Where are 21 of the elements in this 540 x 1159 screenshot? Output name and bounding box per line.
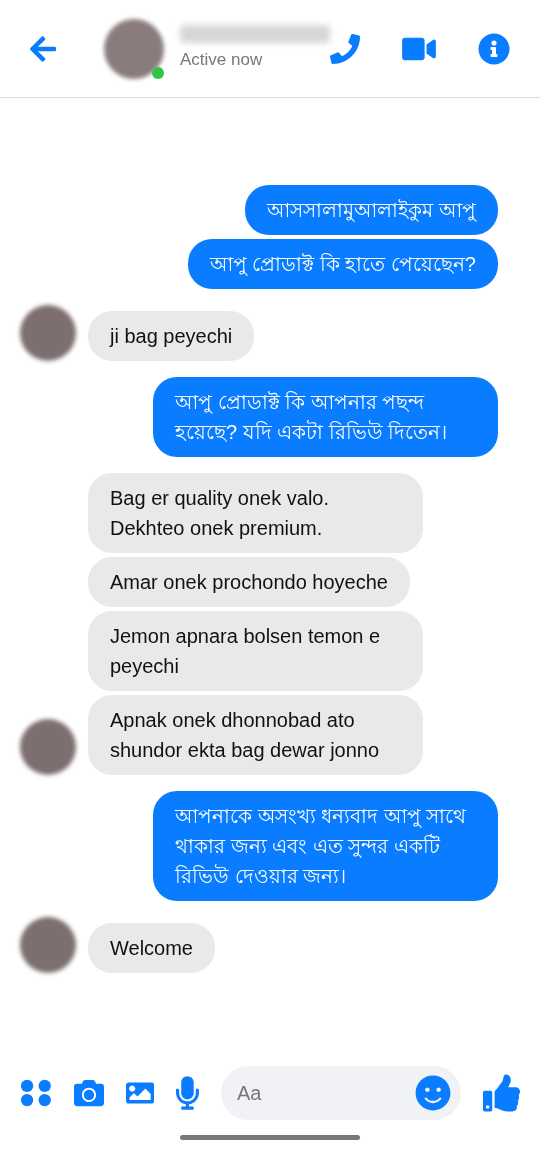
received-message: Welcome — [88, 923, 215, 973]
received-message: Apnak onek dhonnobad ato shundor ekta bag dewar jonno — [88, 695, 423, 775]
status-text: Active now — [180, 48, 264, 71]
avatar — [104, 18, 164, 79]
sent-message: আপনাকে অসংখ্য ধন্যবাদ আপু সাথে থাকার জন্য এবং এত সুন্দর একটি রিভিউ দেওয়ার জন্য। — [153, 791, 498, 901]
received-message: Jemon apnara bolsen temon e peyechi — [88, 611, 423, 691]
sent-message: আপু প্রোডাক্ট কি হাতে পেয়েছেন? — [187, 239, 498, 289]
thumbs-up-icon[interactable] — [482, 1072, 520, 1114]
received-message: ji bag peyechi — [88, 311, 255, 361]
camera-icon[interactable] — [73, 1078, 104, 1108]
message-input[interactable]: Aa — [220, 1066, 461, 1120]
emoji-icon[interactable] — [414, 1075, 451, 1111]
received-message: Bag er quality onek valo. Dekhteo onek premium. — [88, 473, 423, 553]
sent-message: আসসালামুআলাইকুম আপু — [245, 185, 498, 235]
received-message: Amar onek prochondo hoyeche — [88, 557, 410, 607]
apps-icon[interactable] — [20, 1077, 52, 1109]
sent-message: আপু প্রোডাক্ট কি আপনার পছন্দ হয়েছে? যদি একটা রিভিউ দিতেন। — [153, 377, 498, 457]
microphone-icon[interactable] — [176, 1076, 199, 1110]
back-arrow-icon[interactable] — [30, 33, 56, 64]
phone-icon[interactable] — [330, 33, 360, 64]
info-icon[interactable] — [478, 32, 510, 65]
